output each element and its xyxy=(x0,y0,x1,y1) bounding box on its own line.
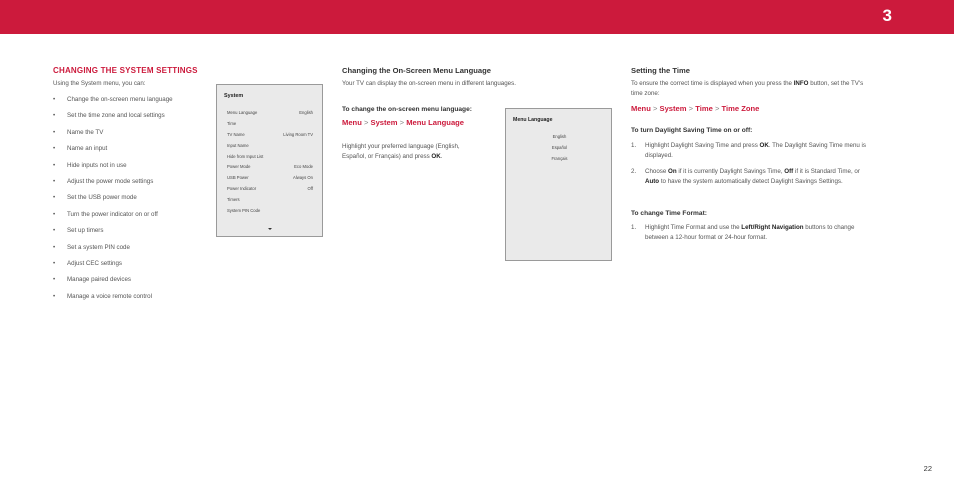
list-item: • Adjust CEC settings xyxy=(53,259,123,267)
language-subheading: To change the on-screen menu language: xyxy=(342,106,472,113)
language-options-list: English Español Français xyxy=(506,134,613,167)
language-option: English xyxy=(552,134,567,139)
menu-item: Menu Language English xyxy=(227,110,313,115)
menu-item: Timers xyxy=(227,197,240,203)
language-heading: Changing the On-Screen Menu Language xyxy=(342,66,491,75)
system-settings-heading: CHANGING THE SYSTEM SETTINGS xyxy=(53,66,198,75)
time-heading: Setting the Time xyxy=(631,66,690,75)
menu-item: Hide from Input List xyxy=(227,153,264,159)
dst-step-1: 1. Highlight Daylight Saving Time and pr… xyxy=(631,142,867,160)
bullet-icon: • xyxy=(53,243,56,251)
bullet-icon: • xyxy=(53,112,56,120)
nav-system: System xyxy=(370,118,398,127)
chapter-header-bar: 3 xyxy=(0,0,954,34)
bullet-icon: • xyxy=(53,227,56,235)
language-option: Français xyxy=(551,155,568,161)
bullet-icon: • xyxy=(53,210,56,218)
nav-menu: Menu xyxy=(342,118,362,127)
list-item: • Set the USB power mode xyxy=(53,194,137,202)
list-item: • Name the TV xyxy=(53,128,104,136)
system-menu-list: Menu Language English Time TV Name Living … xyxy=(227,110,313,219)
list-item: • Set up timers xyxy=(53,227,104,235)
list-item: • Name an input xyxy=(53,145,108,153)
language-option: Español xyxy=(551,144,568,150)
page-number: 22 xyxy=(923,464,932,473)
language-intro: Your TV can display the on-screen menu i… xyxy=(342,80,516,87)
nav-time-zone: Time Zone xyxy=(721,104,760,113)
bullet-icon: • xyxy=(53,177,56,185)
bullet-icon: • xyxy=(53,96,56,103)
time-zone-menu-path: Menu > System > Time > Time Zone xyxy=(631,104,760,113)
language-menu-path: Menu > System > Menu Language xyxy=(342,118,465,127)
dst-heading: To turn Daylight Saving Time on or off: xyxy=(631,127,753,134)
system-menu-title: System xyxy=(224,93,244,99)
nav-menu: Menu xyxy=(631,104,651,113)
list-item: • Manage a voice remote control xyxy=(53,292,152,300)
list-item: • Manage paired devices xyxy=(53,276,131,284)
menu-language-title: Menu Language xyxy=(513,117,553,123)
list-item: • Hide inputs not in use xyxy=(53,161,127,169)
time-intro: To ensure the correct time is displayed … xyxy=(631,80,864,97)
dst-step-2: 2. Choose On if it is currently Daylight… xyxy=(631,168,860,186)
menu-item: TV Name Living Room TV xyxy=(227,131,313,137)
nav-system: System xyxy=(659,104,687,113)
list-item: • Turn the power indicator on or off xyxy=(53,210,158,218)
list-item: • Set the time zone and local settings xyxy=(53,112,165,120)
menu-item: Power Mode Eco Mode xyxy=(227,164,313,170)
bullet-icon: • xyxy=(53,194,56,202)
bullet-icon: • xyxy=(53,145,56,153)
menu-item: System PIN Code xyxy=(227,208,261,214)
bullet-icon: • xyxy=(53,128,56,136)
menu-language-screenshot: Menu Language English Español Français xyxy=(505,108,612,261)
nav-time: Time xyxy=(695,104,713,113)
time-format-heading: To change Time Format: xyxy=(631,210,707,217)
list-item: • Change the on-screen menu language xyxy=(53,96,173,103)
time-format-step-1: 1. Highlight Time Format and use the Lef… xyxy=(631,224,855,242)
menu-item: Input Name xyxy=(227,142,249,148)
system-settings-intro: Using the System menu, you can: xyxy=(53,80,146,87)
chapter-number: 3 xyxy=(882,6,892,25)
menu-item: Power Indicator Off xyxy=(227,186,313,192)
menu-item: Time xyxy=(227,120,237,126)
system-settings-list: • Change the on-screen menu language • Set… xyxy=(53,96,173,309)
bullet-icon: • xyxy=(53,292,56,300)
nav-menu-language: Menu Language xyxy=(406,118,465,127)
list-item: • Set a system PIN code xyxy=(53,243,130,251)
list-item: • Adjust the power mode settings xyxy=(53,177,154,185)
menu-item: USB Power Always On xyxy=(227,175,313,181)
bullet-icon: • xyxy=(53,259,56,267)
system-menu-screenshot: System Menu Language English Time TV Name… xyxy=(216,84,323,237)
bullet-icon: • xyxy=(53,161,56,169)
scroll-down-arrow-icon xyxy=(268,228,272,230)
bullet-icon: • xyxy=(53,276,56,284)
language-instruction: Highlight your preferred language (Engli… xyxy=(342,143,460,160)
